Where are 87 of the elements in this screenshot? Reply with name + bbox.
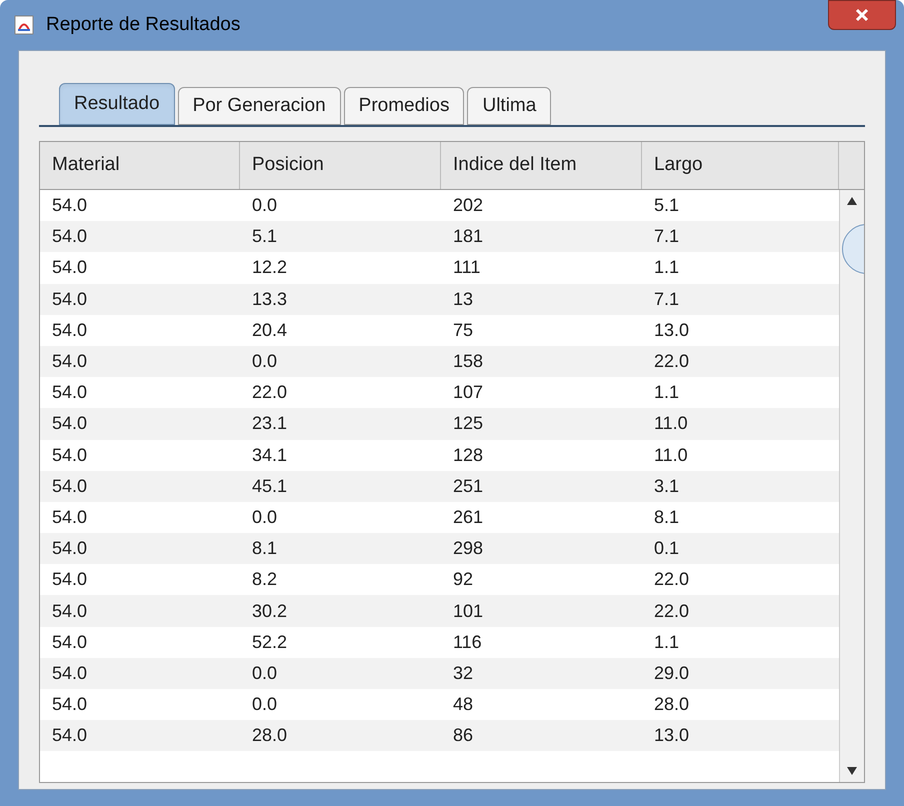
table-cell-text: 32 <box>452 662 474 685</box>
window-title: Reporte de Resultados <box>46 12 240 37</box>
close-icon <box>854 8 870 22</box>
scroll-up-icon[interactable] <box>847 196 857 206</box>
table-cell-text: 3.1 <box>653 474 680 498</box>
table-cell-text: 54.0 <box>51 693 88 716</box>
table-cell-text: 86 <box>452 724 474 748</box>
app-icon <box>14 15 34 35</box>
column-header[interactable]: Posicion <box>240 142 441 189</box>
table-cell-text: 54.0 <box>51 662 88 685</box>
table-cell-text: 1.1 <box>653 630 680 654</box>
table-cell-text: 92 <box>452 568 474 592</box>
tab[interactable]: Ultima <box>467 87 552 125</box>
table-cell-text: 54.0 <box>51 630 88 654</box>
table-cell-text: 0.0 <box>251 693 278 716</box>
table-cell-text: 54.0 <box>51 506 88 529</box>
table-cell-text: 13 <box>452 288 474 311</box>
table-cell-text: 13.0 <box>653 318 690 342</box>
table-cell-text: 54.0 <box>51 724 88 748</box>
table-cell-text: 54.0 <box>51 225 88 248</box>
table-cell-text: 13.0 <box>653 724 690 748</box>
table-cell-text: 0.1 <box>653 537 680 560</box>
table-cell-text: 28.0 <box>251 724 288 748</box>
table-cell-text: 1.1 <box>653 381 680 404</box>
table-cell-text: 30.2 <box>251 600 288 623</box>
table-cell-text: 11.0 <box>653 412 689 436</box>
table-cell-text: 13.3 <box>251 288 288 311</box>
table-cell-text: 54.0 <box>51 444 88 467</box>
table-cell-text: 54.0 <box>51 256 88 280</box>
table-cell-text: 0.0 <box>251 194 278 218</box>
table-cell-text: 0.0 <box>251 506 278 529</box>
table-cell-text: 7.1 <box>653 225 680 248</box>
table-cell-text: 23.1 <box>251 412 288 436</box>
tab[interactable]: Por Generacion <box>178 87 341 125</box>
table-cell-text: 8.2 <box>251 568 278 592</box>
scrollbar[interactable] <box>839 190 864 782</box>
table-cell-text: 54.0 <box>51 568 88 592</box>
scroll-down-icon[interactable] <box>847 766 857 776</box>
table-cell-text: 261 <box>452 506 484 529</box>
table-cell-text: 298 <box>452 537 484 560</box>
table-cell-text: 48 <box>452 693 474 716</box>
column-header[interactable]: Material <box>40 142 240 189</box>
table-cell-text: 54.0 <box>51 350 88 374</box>
table-cell-text: 54.0 <box>51 194 88 218</box>
table-cell-text: 54.0 <box>51 381 88 404</box>
column-header[interactable]: Largo <box>642 142 839 189</box>
table-cell-text: 181 <box>452 225 484 248</box>
table-cell-text: 8.1 <box>653 506 680 529</box>
table-cell-text: 22.0 <box>653 600 690 623</box>
table-cell-text: 54.0 <box>51 412 88 436</box>
table-cell-text: 54.0 <box>51 318 88 342</box>
table-cell-text: 54.0 <box>51 474 88 498</box>
column-header[interactable]: Indice del Item <box>441 142 642 189</box>
table-cell-text: 158 <box>452 350 484 374</box>
table-cell-text: 34.1 <box>251 444 288 467</box>
table-cell-text: 1.1 <box>653 256 680 280</box>
table-cell-text: 54.0 <box>51 288 88 311</box>
table-cell-text: 20.4 <box>251 318 288 342</box>
table-cell-text: 128 <box>452 444 484 467</box>
table-cell-text: 52.2 <box>251 630 288 654</box>
table-cell-text: 7.1 <box>653 288 680 311</box>
table-cell-text: 0.0 <box>251 662 278 685</box>
table-cell-text: 8.1 <box>251 537 278 560</box>
table-cell-text: 251 <box>452 474 484 498</box>
table-cell-text: 11.0 <box>653 444 689 467</box>
table-cell-text: 45.1 <box>251 474 288 498</box>
table-cell-text: 22.0 <box>251 381 288 404</box>
table-cell-text: 54.0 <box>51 537 88 560</box>
table-cell-text: 202 <box>452 194 484 218</box>
table-cell-text: 116 <box>452 630 483 654</box>
table-cell-text: 28.0 <box>653 693 690 716</box>
table-cell-text: 0.0 <box>251 350 278 374</box>
table-cell-text: 111 <box>452 256 482 280</box>
tab[interactable]: Promedios <box>344 87 464 125</box>
table-cell-text: 107 <box>452 381 484 404</box>
table-cell-text: 22.0 <box>653 350 690 374</box>
tab[interactable]: Resultado <box>59 83 175 125</box>
table-cell-text: 12.2 <box>251 256 288 280</box>
table-cell-text: 75 <box>452 318 474 342</box>
table-cell-text: 54.0 <box>51 600 88 623</box>
table-cell-text: 5.1 <box>653 194 680 218</box>
table-cell-text: 101 <box>452 600 484 623</box>
table-cell-text: 125 <box>452 412 484 436</box>
table-cell-text: 5.1 <box>251 225 278 248</box>
close-button[interactable] <box>828 0 896 30</box>
table-cell-text: 29.0 <box>653 662 690 685</box>
table-cell-text: 22.0 <box>653 568 690 592</box>
